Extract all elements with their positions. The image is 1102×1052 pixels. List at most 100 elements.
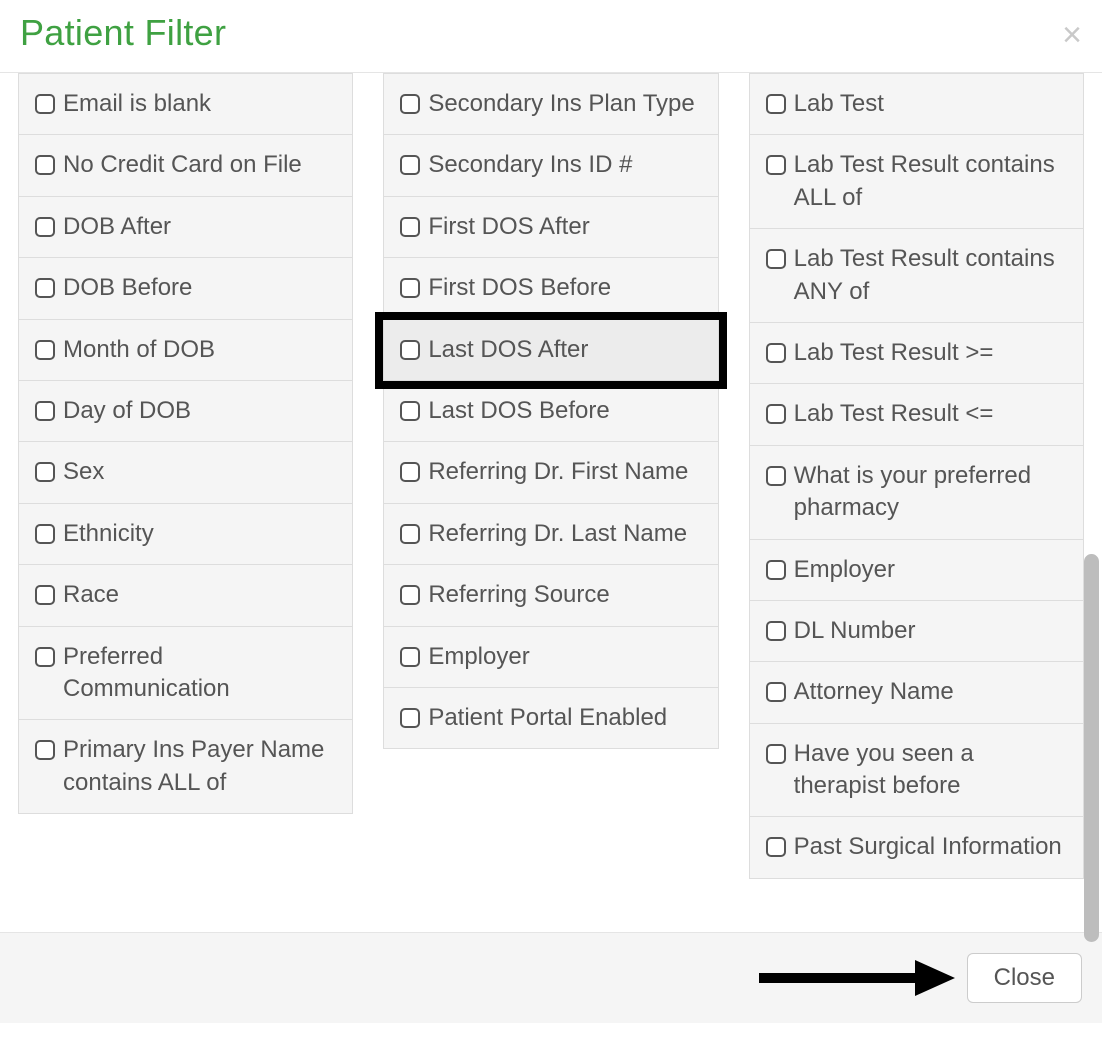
filter-item-label: Referring Dr. Last Name bbox=[428, 518, 687, 550]
filter-item-label: Secondary Ins ID # bbox=[428, 149, 632, 181]
filter-checkbox[interactable] bbox=[766, 466, 786, 486]
filter-checkbox[interactable] bbox=[400, 278, 420, 298]
filter-checkbox[interactable] bbox=[766, 343, 786, 363]
filter-checkbox[interactable] bbox=[35, 462, 55, 482]
filter-item-label: Lab Test Result <= bbox=[794, 398, 994, 430]
filter-checkbox[interactable] bbox=[766, 621, 786, 641]
close-icon[interactable]: × bbox=[1062, 18, 1082, 52]
filter-checkbox[interactable] bbox=[35, 94, 55, 114]
filter-item-label: DOB After bbox=[63, 211, 171, 243]
filter-checkbox[interactable] bbox=[35, 524, 55, 544]
filter-checkbox[interactable] bbox=[400, 94, 420, 114]
filter-checkbox[interactable] bbox=[35, 401, 55, 421]
filter-checkbox[interactable] bbox=[400, 340, 420, 360]
filter-item[interactable]: First DOS After bbox=[383, 197, 718, 258]
filter-item[interactable]: Ethnicity bbox=[18, 504, 353, 565]
filter-item[interactable]: Race bbox=[18, 565, 353, 626]
filter-item[interactable]: Patient Portal Enabled bbox=[383, 688, 718, 749]
filter-checkbox[interactable] bbox=[766, 155, 786, 175]
filter-checkbox[interactable] bbox=[35, 340, 55, 360]
filter-item-label: Employer bbox=[794, 554, 895, 586]
filter-item-label: Last DOS Before bbox=[428, 395, 609, 427]
filter-item[interactable]: DOB After bbox=[18, 197, 353, 258]
filter-checkbox[interactable] bbox=[35, 585, 55, 605]
filter-item-label: Lab Test bbox=[794, 88, 884, 120]
filter-item[interactable]: Sex bbox=[18, 442, 353, 503]
filter-checkbox[interactable] bbox=[400, 155, 420, 175]
filter-item[interactable]: No Credit Card on File bbox=[18, 135, 353, 196]
filter-column-left: Email is blank No Credit Card on File DOB … bbox=[18, 73, 353, 814]
filter-item-label: Referring Dr. First Name bbox=[428, 456, 688, 488]
filter-item[interactable]: Have you seen a therapist before bbox=[749, 724, 1084, 818]
filter-item[interactable]: Last DOS Before bbox=[383, 381, 718, 442]
filter-checkbox[interactable] bbox=[35, 217, 55, 237]
filter-checkbox[interactable] bbox=[400, 585, 420, 605]
filter-checkbox[interactable] bbox=[766, 744, 786, 764]
filter-item-label: Email is blank bbox=[63, 88, 211, 120]
modal-body: Email is blank No Credit Card on File DOB … bbox=[0, 73, 1102, 933]
filter-checkbox[interactable] bbox=[400, 524, 420, 544]
filter-item[interactable]: Attorney Name bbox=[749, 662, 1084, 723]
filter-item[interactable]: Lab Test Result <= bbox=[749, 384, 1084, 445]
filter-checkbox[interactable] bbox=[35, 740, 55, 760]
filter-checkbox[interactable] bbox=[766, 249, 786, 269]
filter-item-label: Race bbox=[63, 579, 119, 611]
filter-item[interactable]: Day of DOB bbox=[18, 381, 353, 442]
filter-item-label: Past Surgical Information bbox=[794, 831, 1062, 863]
filter-checkbox[interactable] bbox=[35, 647, 55, 667]
filter-checkbox[interactable] bbox=[400, 462, 420, 482]
filter-item[interactable]: Past Surgical Information bbox=[749, 817, 1084, 878]
filter-item[interactable]: Secondary Ins ID # bbox=[383, 135, 718, 196]
scrollbar-thumb[interactable] bbox=[1084, 554, 1099, 942]
filter-item[interactable]: Preferred Communication bbox=[18, 627, 353, 721]
filter-item[interactable]: Referring Dr. First Name bbox=[383, 442, 718, 503]
filter-item[interactable]: Last DOS After bbox=[383, 320, 718, 381]
filter-item[interactable]: Referring Dr. Last Name bbox=[383, 504, 718, 565]
filter-item-label: Referring Source bbox=[428, 579, 609, 611]
filter-item-label: Lab Test Result contains ALL of bbox=[794, 149, 1067, 214]
modal-footer: Close bbox=[0, 933, 1102, 1023]
filter-checkbox[interactable] bbox=[766, 560, 786, 580]
filter-item-label: Secondary Ins Plan Type bbox=[428, 88, 694, 120]
filter-item[interactable]: Lab Test Result contains ANY of bbox=[749, 229, 1084, 323]
filter-item-label: Lab Test Result >= bbox=[794, 337, 994, 369]
filter-item-label: Attorney Name bbox=[794, 676, 954, 708]
filter-item[interactable]: Secondary Ins Plan Type bbox=[383, 74, 718, 135]
filter-column-middle: Secondary Ins Plan Type Secondary Ins ID … bbox=[383, 73, 718, 749]
filter-checkbox[interactable] bbox=[400, 401, 420, 421]
filter-item[interactable]: What is your preferred pharmacy bbox=[749, 446, 1084, 540]
filter-checkbox[interactable] bbox=[400, 647, 420, 667]
filter-checkbox[interactable] bbox=[400, 708, 420, 728]
filter-item-label: First DOS After bbox=[428, 211, 589, 243]
filter-checkbox[interactable] bbox=[766, 682, 786, 702]
filter-item[interactable]: Email is blank bbox=[18, 74, 353, 135]
filter-item[interactable]: Lab Test Result >= bbox=[749, 323, 1084, 384]
modal-title: Patient Filter bbox=[20, 12, 226, 54]
filter-item[interactable]: Employer bbox=[383, 627, 718, 688]
filter-item-label: Ethnicity bbox=[63, 518, 154, 550]
filter-item-label: Have you seen a therapist before bbox=[794, 738, 1067, 803]
filter-item-label: Sex bbox=[63, 456, 104, 488]
filter-item[interactable]: Lab Test Result contains ALL of bbox=[749, 135, 1084, 229]
filter-item[interactable]: Employer bbox=[749, 540, 1084, 601]
filter-item-label: DL Number bbox=[794, 615, 916, 647]
filter-checkbox[interactable] bbox=[400, 217, 420, 237]
filter-item[interactable]: Lab Test bbox=[749, 74, 1084, 135]
filter-checkbox[interactable] bbox=[35, 278, 55, 298]
filter-item[interactable]: Referring Source bbox=[383, 565, 718, 626]
filter-checkbox[interactable] bbox=[35, 155, 55, 175]
filter-item-label: Last DOS After bbox=[428, 334, 588, 366]
modal-header: Patient Filter × bbox=[0, 0, 1102, 73]
filter-item[interactable]: First DOS Before bbox=[383, 258, 718, 319]
close-button[interactable]: Close bbox=[967, 953, 1082, 1003]
filter-item[interactable]: DL Number bbox=[749, 601, 1084, 662]
filter-item-label: Lab Test Result contains ANY of bbox=[794, 243, 1067, 308]
filter-item[interactable]: Primary Ins Payer Name contains ALL of bbox=[18, 720, 353, 814]
filter-item[interactable]: DOB Before bbox=[18, 258, 353, 319]
filter-item-label: What is your preferred pharmacy bbox=[794, 460, 1067, 525]
filter-item[interactable]: Month of DOB bbox=[18, 320, 353, 381]
filter-checkbox[interactable] bbox=[766, 404, 786, 424]
filter-checkbox[interactable] bbox=[766, 94, 786, 114]
filter-item-label: Employer bbox=[428, 641, 529, 673]
filter-checkbox[interactable] bbox=[766, 837, 786, 857]
